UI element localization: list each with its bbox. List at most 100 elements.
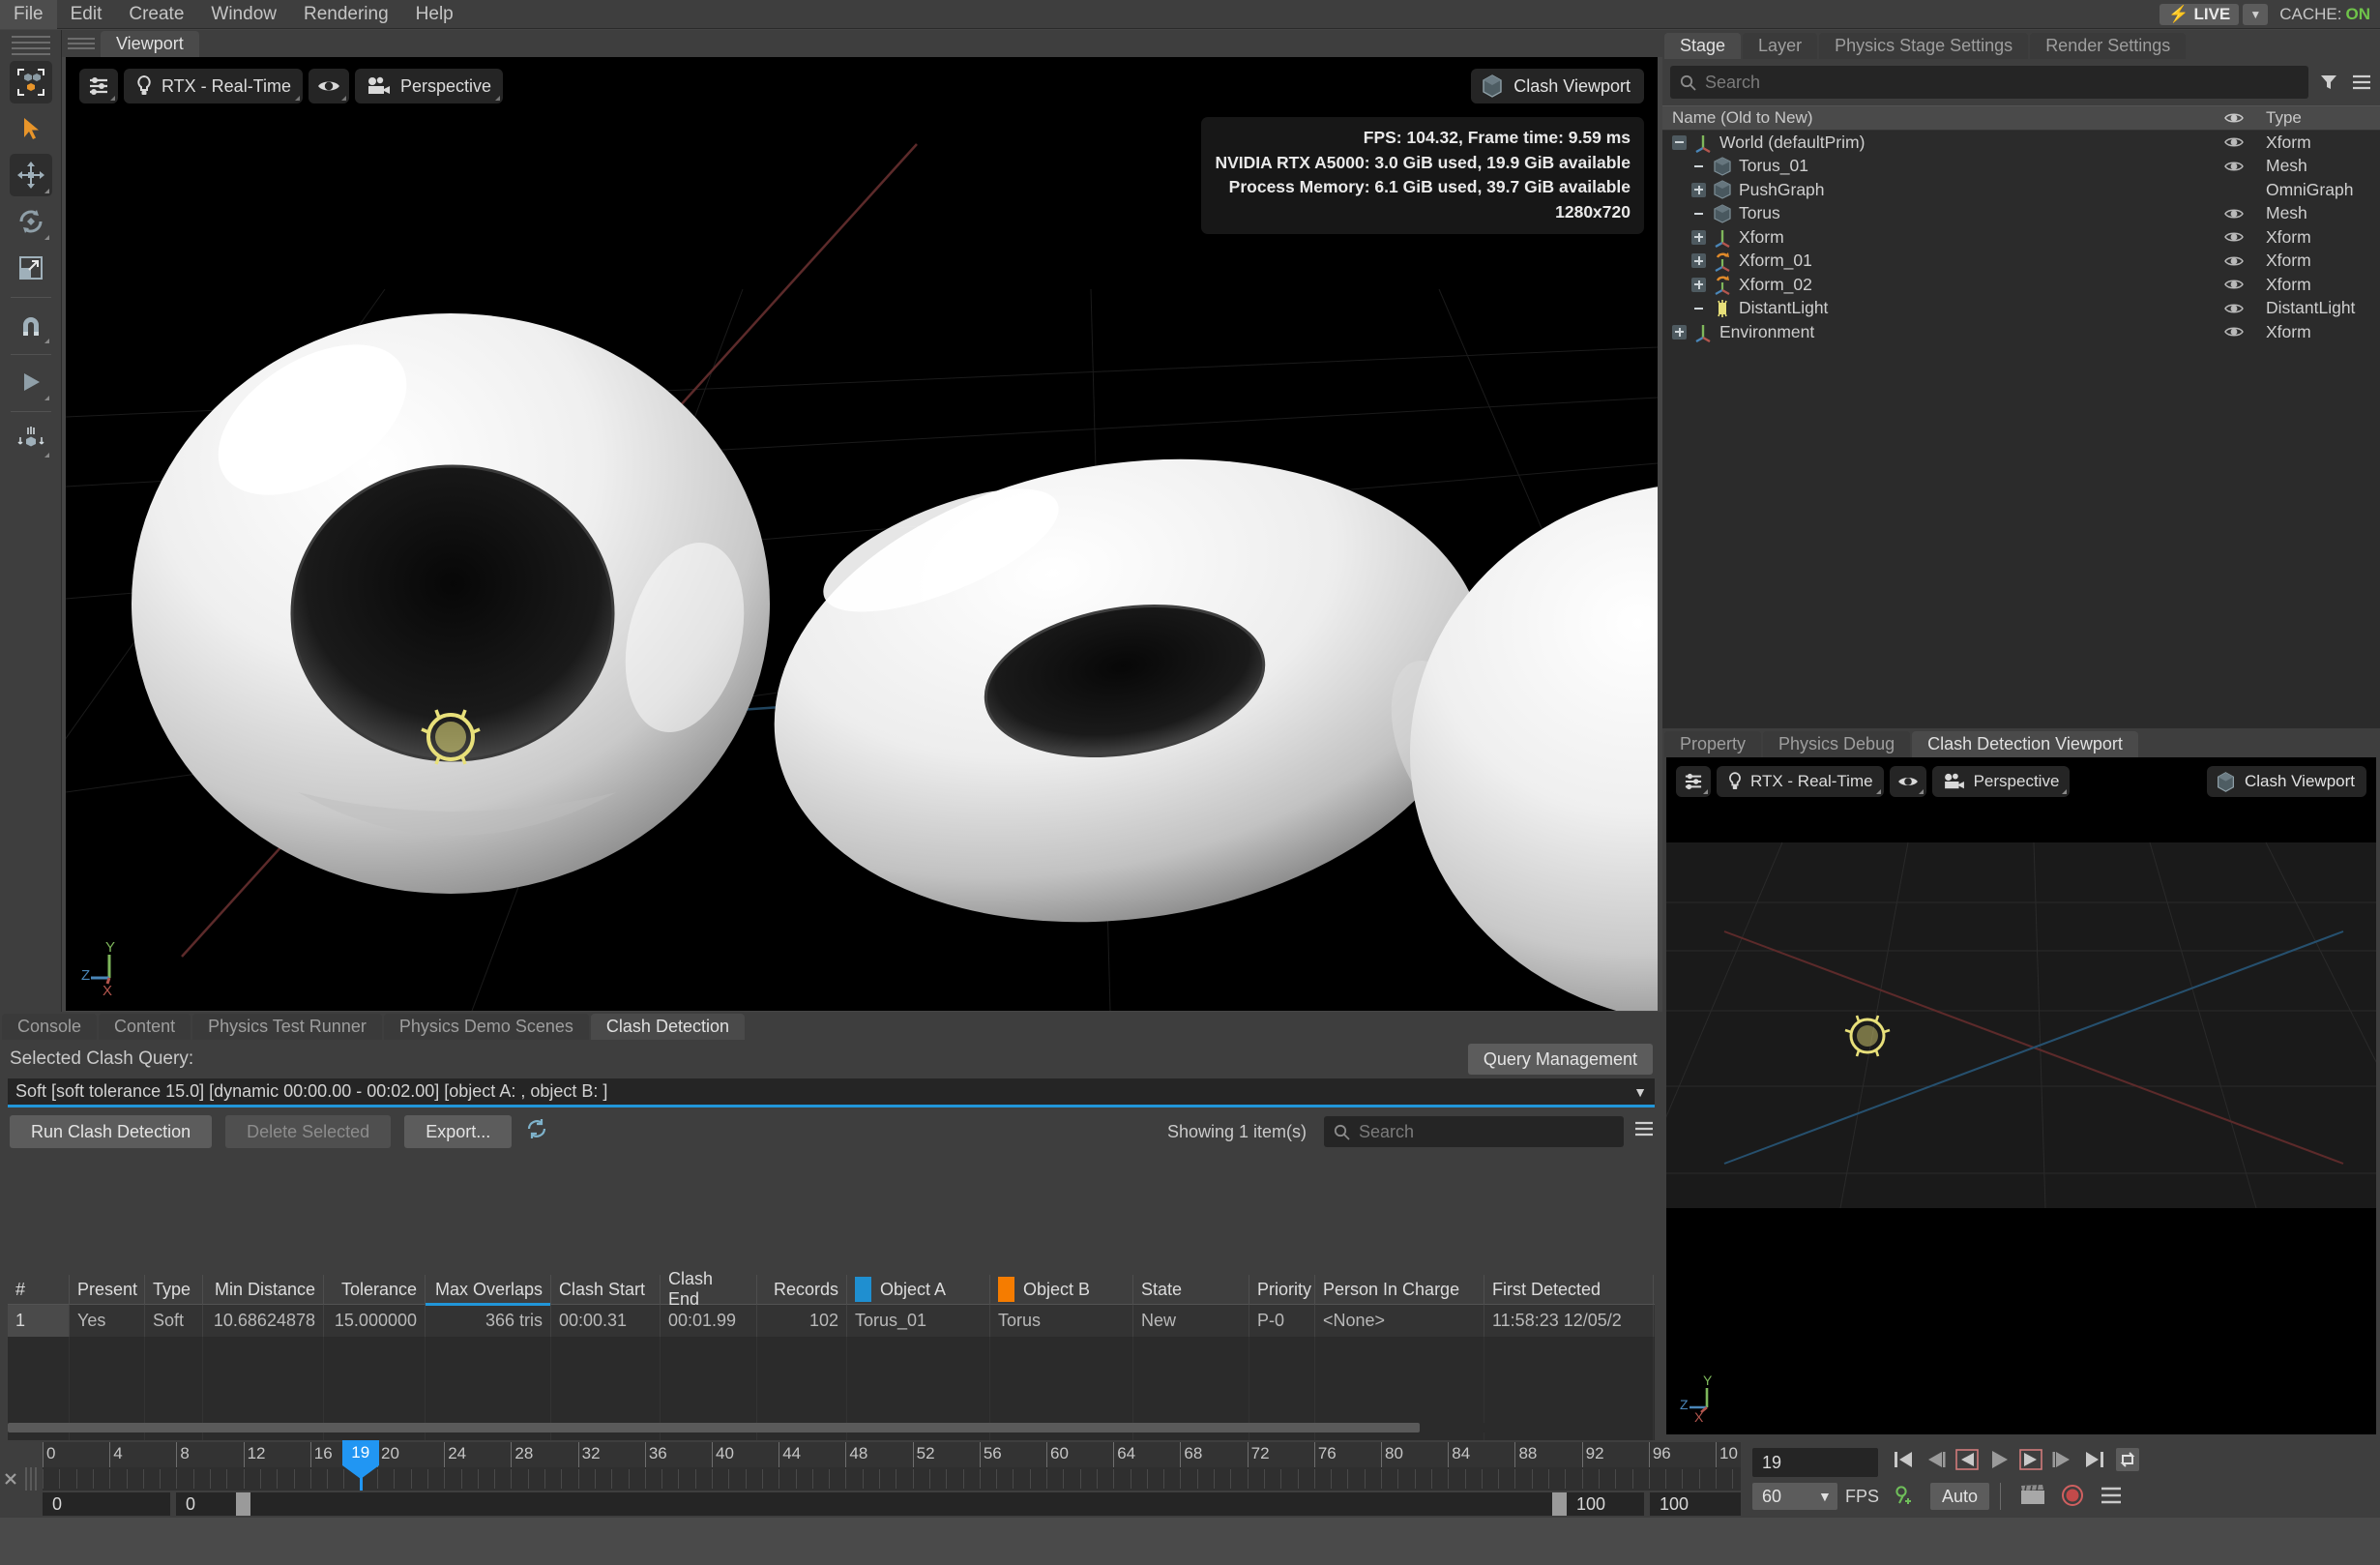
menu-create[interactable]: Create xyxy=(115,0,197,29)
query-management-button[interactable]: Query Management xyxy=(1467,1044,1653,1075)
eye-icon[interactable] xyxy=(2224,159,2244,174)
timeline-start-field[interactable]: 0 xyxy=(43,1492,170,1516)
run-clash-detection-button[interactable]: Run Clash Detection xyxy=(10,1115,213,1148)
table-column-header[interactable]: Person In Charge xyxy=(1315,1274,1484,1305)
eye-icon[interactable] xyxy=(2224,206,2244,221)
timeline-end-field[interactable]: 100 xyxy=(1650,1492,1741,1516)
tab-stage[interactable]: Stage xyxy=(1664,33,1742,59)
timeline-range-slider[interactable] xyxy=(236,1492,1567,1516)
snap-tool[interactable] xyxy=(10,304,52,346)
chevron-down-icon[interactable]: ▼ xyxy=(1818,1489,1832,1504)
physics-drop-tool[interactable] xyxy=(10,418,52,460)
tree-expander[interactable] xyxy=(1691,253,1706,269)
tab-physics-stage-settings[interactable]: Physics Stage Settings xyxy=(1819,33,2029,59)
toolbar-drag-handle[interactable] xyxy=(11,36,50,55)
table-column-header[interactable]: Priority xyxy=(1249,1274,1315,1305)
timeline-range-start-field[interactable]: 0 xyxy=(176,1492,236,1516)
stage-tree-row[interactable]: Torus Mesh xyxy=(1662,202,2380,226)
move-tool[interactable] xyxy=(9,154,52,196)
add-key-button[interactable] xyxy=(1894,1485,1917,1514)
timeline-drag-handle[interactable] xyxy=(25,1467,39,1491)
export-button[interactable]: Export... xyxy=(404,1115,513,1148)
skip-start-icon[interactable] xyxy=(1891,1447,1916,1472)
stage-tree-row[interactable]: Environment Xform xyxy=(1662,320,2380,344)
select-mode-tool[interactable] xyxy=(9,61,52,103)
stage-tree-row[interactable]: Xform Xform xyxy=(1662,225,2380,250)
stage-row-visibility-toggle[interactable] xyxy=(2214,159,2254,174)
stage-tree-row[interactable]: World (defaultPrim) Xform xyxy=(1662,131,2380,155)
clash-viewport-visibility-button[interactable] xyxy=(1889,766,1926,797)
stage-search-input[interactable]: Search xyxy=(1670,66,2308,99)
select-tool[interactable] xyxy=(10,107,52,150)
table-horizontal-scrollbar[interactable] xyxy=(8,1423,1652,1432)
stage-row-visibility-toggle[interactable] xyxy=(2214,253,2254,269)
step-back-fast-icon[interactable] xyxy=(1923,1447,1948,1472)
hamburger-icon[interactable] xyxy=(2099,1485,2124,1506)
table-column-header[interactable]: Clash End xyxy=(661,1269,757,1309)
skip-end-icon[interactable] xyxy=(2082,1447,2107,1472)
current-frame-input[interactable]: 19 xyxy=(1752,1448,1878,1477)
timeline-playhead[interactable]: 19 xyxy=(341,1440,379,1491)
tool-options-corner[interactable] xyxy=(44,339,49,343)
table-column-header[interactable]: Object B xyxy=(990,1274,1133,1305)
menu-window[interactable]: Window xyxy=(197,0,290,29)
stage-filter-button[interactable] xyxy=(2316,68,2341,97)
menu-edit[interactable]: Edit xyxy=(57,0,116,29)
record-icon[interactable] xyxy=(2060,1483,2085,1508)
stage-tree-row[interactable]: DistantLight DistantLight xyxy=(1662,297,2380,321)
stage-tree-row[interactable]: Xform_02 Xform xyxy=(1662,273,2380,297)
step-back-icon[interactable] xyxy=(1954,1447,1980,1472)
table-column-header[interactable]: Min Distance xyxy=(203,1274,324,1305)
tree-expander[interactable] xyxy=(1672,134,1687,150)
camera-selector[interactable]: Perspective xyxy=(355,69,504,103)
clash-query-dropdown[interactable]: Soft [soft tolerance 15.0] [dynamic 00:0… xyxy=(8,1078,1655,1107)
menu-file[interactable]: File xyxy=(0,0,57,29)
table-row[interactable]: 1 Yes Soft 10.68624878 15.000000 366 tris 00:0… xyxy=(8,1305,1655,1337)
tool-options-corner[interactable] xyxy=(44,453,49,458)
viewport-drag-handle[interactable] xyxy=(62,30,101,57)
renderer-selector[interactable]: RTX - Real-Time xyxy=(124,69,304,103)
stage-row-visibility-toggle[interactable] xyxy=(2214,206,2254,221)
menu-rendering[interactable]: Rendering xyxy=(290,0,402,29)
tree-expander[interactable] xyxy=(1691,206,1706,221)
tab-physics-demo-scenes[interactable]: Physics Demo Scenes xyxy=(383,1014,589,1040)
clash-viewport-canvas[interactable]: RTX - Real-Time Perspective Clash Viewpo… xyxy=(1666,757,2376,1434)
live-button[interactable]: ⚡ LIVE xyxy=(2160,3,2240,25)
table-column-header[interactable]: # xyxy=(8,1274,70,1305)
range-slider-right-thumb[interactable] xyxy=(1552,1492,1567,1516)
step-forward-icon[interactable] xyxy=(2018,1447,2043,1472)
tree-expander[interactable] xyxy=(1691,277,1706,292)
refresh-button[interactable] xyxy=(525,1117,548,1146)
table-column-header[interactable]: Present xyxy=(70,1274,145,1305)
tab-render-settings[interactable]: Render Settings xyxy=(2030,33,2187,59)
clash-table-search-input[interactable]: Search xyxy=(1324,1116,1624,1147)
stage-tree-row[interactable]: PushGraph OmniGraph xyxy=(1662,178,2380,202)
tool-options-corner[interactable] xyxy=(44,189,49,193)
rotate-tool[interactable] xyxy=(10,200,52,243)
table-column-header[interactable]: Object A xyxy=(847,1274,990,1305)
tab-layer[interactable]: Layer xyxy=(1743,33,1818,59)
table-column-header[interactable]: First Detected xyxy=(1484,1274,1654,1305)
stage-row-visibility-toggle[interactable] xyxy=(2214,134,2254,150)
stage-row-visibility-toggle[interactable] xyxy=(2214,229,2254,245)
play-icon[interactable] xyxy=(1986,1447,2012,1472)
tree-expander[interactable] xyxy=(1672,324,1687,340)
stage-row-visibility-toggle[interactable] xyxy=(2214,277,2254,292)
eye-icon[interactable] xyxy=(2224,253,2244,269)
eye-icon[interactable] xyxy=(2224,229,2244,245)
timeline-track-area[interactable]: 0 4 8 12 16 20 24 28 32 36 40 44 48 52 56 60 64 68 72 76 80 8… xyxy=(21,1440,1741,1518)
tab-physics-debug[interactable]: Physics Debug xyxy=(1763,731,1911,757)
stage-tree[interactable]: World (defaultPrim) Xform Torus_01 Mesh … xyxy=(1662,131,2380,730)
auto-key-button[interactable]: Auto xyxy=(1930,1483,1990,1510)
table-column-header[interactable]: Tolerance xyxy=(324,1274,426,1305)
table-column-header[interactable]: State xyxy=(1133,1274,1249,1305)
stage-tree-row[interactable]: Torus_01 Mesh xyxy=(1662,155,2380,179)
clash-viewport-renderer-selector[interactable]: RTX - Real-Time xyxy=(1717,766,1884,797)
range-slider-left-thumb[interactable] xyxy=(236,1492,250,1516)
viewport-settings-button[interactable] xyxy=(79,69,118,103)
eye-icon[interactable] xyxy=(2224,277,2244,292)
table-body[interactable]: 1 Yes Soft 10.68624878 15.000000 366 tris 00:0… xyxy=(8,1305,1655,1337)
stage-tree-row[interactable]: Xform_01 Xform xyxy=(1662,250,2380,274)
tab-viewport[interactable]: Viewport xyxy=(101,31,199,57)
clash-viewport-settings-button[interactable] xyxy=(1676,766,1711,797)
